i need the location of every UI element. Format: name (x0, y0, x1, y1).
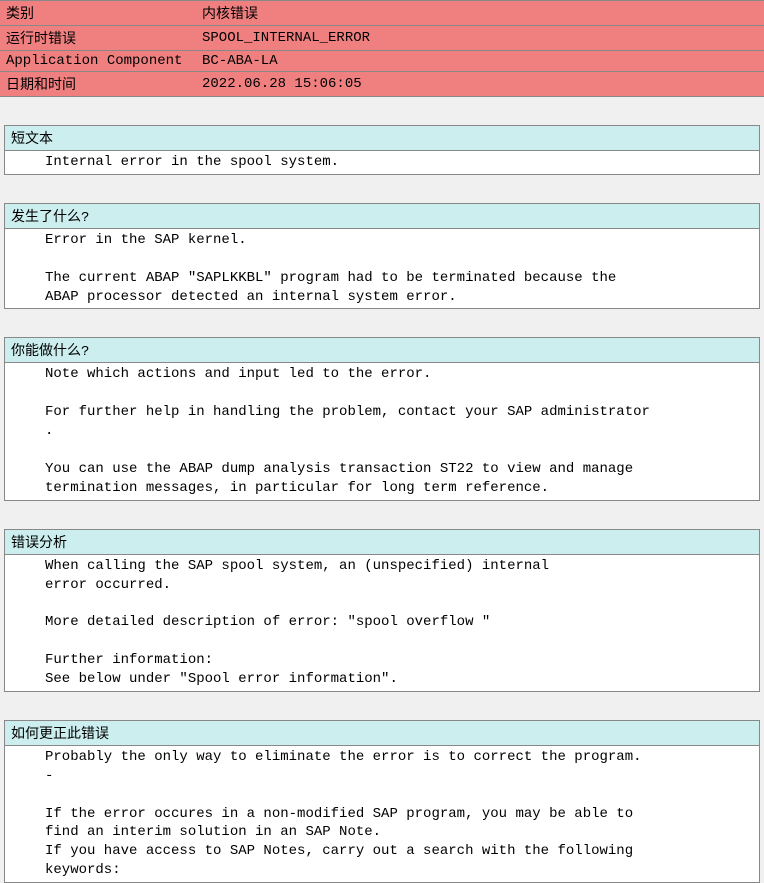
section-what-happened: 发生了什么? Error in the SAP kernel. The curr… (4, 203, 760, 310)
section-short-text: 短文本 Internal error in the spool system. (4, 125, 760, 175)
section-body: Error in the SAP kernel. The current ABA… (5, 229, 759, 309)
error-header-table: 类别 内核错误 运行时错误 SPOOL_INTERNAL_ERROR Appli… (0, 0, 764, 97)
header-value: SPOOL_INTERNAL_ERROR (196, 26, 764, 51)
section-body: Note which actions and input led to the … (5, 363, 759, 499)
section-title: 短文本 (5, 126, 759, 151)
header-row-runtime-error: 运行时错误 SPOOL_INTERNAL_ERROR (0, 26, 764, 51)
header-label: Application Component (0, 51, 196, 72)
section-how-to-correct: 如何更正此错误 Probably the only way to elimina… (4, 720, 760, 883)
section-title: 你能做什么? (5, 338, 759, 363)
header-value: BC-ABA-LA (196, 51, 764, 72)
section-error-analysis: 错误分析 When calling the SAP spool system, … (4, 529, 760, 692)
section-body: Internal error in the spool system. (5, 151, 759, 174)
header-value: 内核错误 (196, 1, 764, 26)
section-title: 错误分析 (5, 530, 759, 555)
header-label: 类别 (0, 1, 196, 26)
section-what-can-you-do: 你能做什么? Note which actions and input led … (4, 337, 760, 500)
header-row-category: 类别 内核错误 (0, 1, 764, 26)
header-row-app-component: Application Component BC-ABA-LA (0, 51, 764, 72)
section-body: Probably the only way to eliminate the e… (5, 746, 759, 882)
section-title: 如何更正此错误 (5, 721, 759, 746)
section-title: 发生了什么? (5, 204, 759, 229)
header-label: 日期和时间 (0, 72, 196, 97)
header-value: 2022.06.28 15:06:05 (196, 72, 764, 97)
header-row-datetime: 日期和时间 2022.06.28 15:06:05 (0, 72, 764, 97)
header-label: 运行时错误 (0, 26, 196, 51)
section-body: When calling the SAP spool system, an (u… (5, 555, 759, 691)
